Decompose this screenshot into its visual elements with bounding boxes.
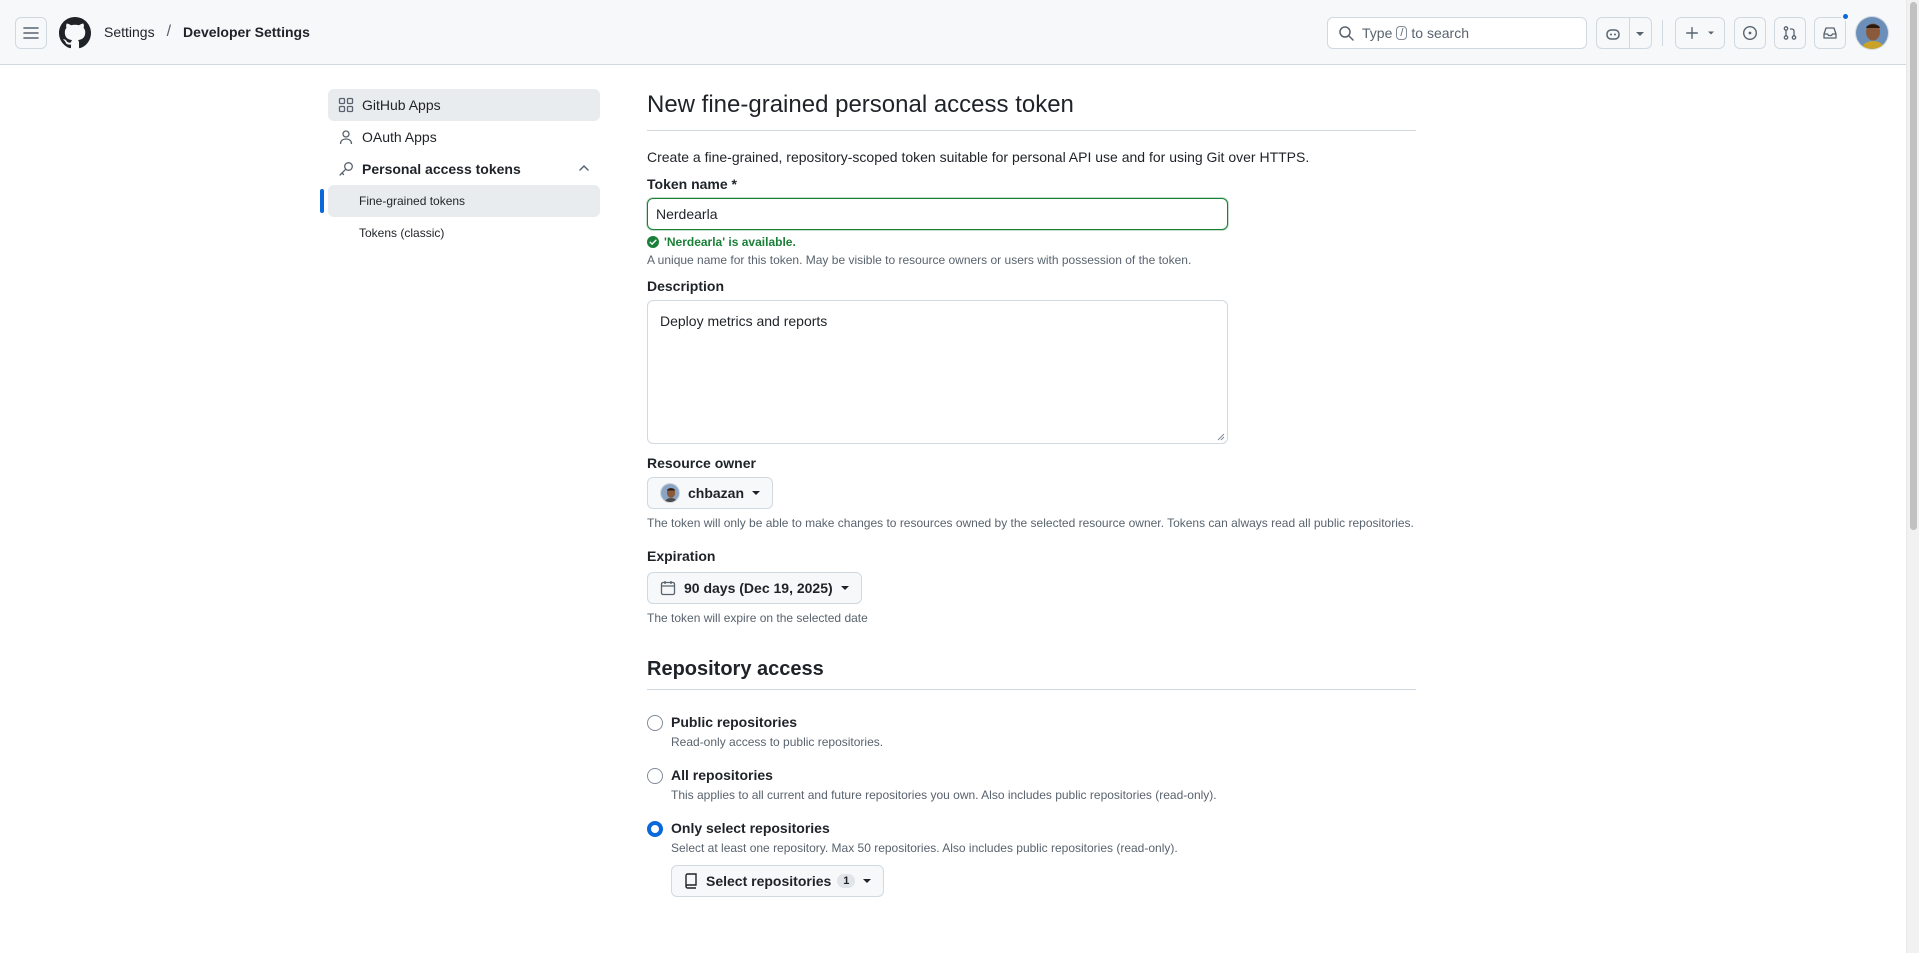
token-name-value: Nerdearla: [656, 206, 718, 222]
select-repositories-label: Select repositories: [706, 873, 832, 889]
issue-opened-icon: [1742, 25, 1758, 41]
sidebar-subitem-label: Tokens (classic): [359, 226, 445, 240]
token-availability-message: 'Nerdearla' is available.: [647, 235, 1416, 249]
page-description: Create a fine-grained, repository-scoped…: [647, 149, 1310, 165]
radio-hint: Select at least one repository. Max 50 r…: [671, 841, 1178, 855]
sidebar-item-oauth-apps[interactable]: OAuth Apps: [328, 121, 600, 153]
sidebar-item-fine-grained-tokens[interactable]: Fine-grained tokens: [320, 185, 600, 217]
token-name-label: Token name *: [647, 176, 737, 192]
radio-hint: Read-only access to public repositories.: [671, 735, 884, 749]
radio-option-public-repositories[interactable]: Public repositories Read-only access to …: [647, 714, 1416, 749]
radio-hint: This applies to all current and future r…: [671, 788, 1217, 802]
sidebar-item-github-apps[interactable]: GitHub Apps: [328, 89, 600, 121]
calendar-icon: [660, 581, 676, 596]
hamburger-menu-button[interactable]: [15, 17, 47, 49]
sidebar-item-label: OAuth Apps: [362, 129, 437, 145]
scrollbar-thumb[interactable]: [1910, 2, 1917, 530]
token-name-hint: A unique name for this token. May be vis…: [647, 253, 1192, 267]
triangle-down-icon: [840, 586, 849, 590]
breadcrumb-developer-settings-link[interactable]: Developer Settings: [183, 24, 310, 40]
active-indicator: [320, 189, 324, 213]
search-suffix-text: to search: [1411, 25, 1470, 41]
chevron-down-icon: [1636, 32, 1644, 36]
github-logo-icon[interactable]: [59, 17, 91, 49]
breadcrumb-settings-link[interactable]: Settings: [104, 24, 155, 40]
person-icon: [338, 129, 354, 145]
radio-button-all[interactable]: [647, 768, 663, 784]
resource-owner-value: chbazan: [688, 485, 745, 501]
repository-access-title: Repository access: [647, 658, 1416, 690]
sidebar-item-tokens-classic[interactable]: Tokens (classic): [328, 217, 600, 249]
developer-settings-sidebar: GitHub Apps OAuth Apps Personal access t…: [320, 89, 600, 249]
copilot-button[interactable]: [1596, 17, 1652, 49]
user-avatar[interactable]: [1855, 16, 1889, 50]
radio-label: All repositories: [671, 767, 773, 783]
notification-indicator: [1841, 12, 1850, 21]
search-prefix-text: Type: [1362, 25, 1393, 41]
triangle-down-icon: [752, 491, 761, 495]
issues-button[interactable]: [1734, 17, 1766, 49]
chevron-down-icon: [1708, 31, 1714, 35]
page-title: New fine-grained personal access token: [647, 90, 1416, 131]
apps-icon: [338, 97, 354, 113]
search-icon: [1339, 26, 1354, 41]
resource-owner-label: Resource owner: [647, 455, 756, 471]
expiration-label: Expiration: [647, 548, 716, 564]
radio-label: Only select repositories: [671, 820, 830, 836]
check-circle-icon: [647, 236, 659, 248]
search-input[interactable]: Type / to search: [1327, 17, 1587, 49]
main-content: New fine-grained personal access token C…: [647, 90, 1416, 897]
triangle-down-icon: [863, 879, 872, 883]
radio-option-only-select-repositories[interactable]: Only select repositories Select at least…: [647, 820, 1416, 897]
top-header: Settings / Developer Settings Type / to …: [0, 0, 1906, 65]
description-field[interactable]: Deploy metrics and reports: [647, 300, 1228, 444]
resource-owner-hint: The token will only be able to make chan…: [647, 516, 1414, 530]
description-value: Deploy metrics and reports: [660, 313, 828, 329]
sidebar-subitem-label: Fine-grained tokens: [359, 194, 466, 208]
resource-owner-select[interactable]: chbazan: [647, 477, 774, 509]
create-new-button[interactable]: [1675, 17, 1725, 49]
select-repositories-button[interactable]: Select repositories 1: [671, 865, 885, 897]
expiration-value: 90 days (Dec 19, 2025): [684, 580, 833, 596]
pull-requests-button[interactable]: [1774, 17, 1806, 49]
expiration-select[interactable]: 90 days (Dec 19, 2025): [647, 572, 862, 604]
inbox-icon: [1823, 27, 1837, 39]
selected-repos-counter: 1: [837, 874, 856, 888]
description-label: Description: [647, 278, 725, 294]
notifications-button[interactable]: [1814, 12, 1850, 49]
key-icon: [338, 161, 354, 177]
sidebar-item-label: GitHub Apps: [362, 97, 441, 113]
copilot-icon: [1606, 29, 1620, 40]
repo-icon: [685, 873, 697, 889]
owner-avatar: [660, 483, 680, 503]
token-availability-text: 'Nerdearla' is available.: [664, 235, 796, 249]
token-name-field[interactable]: Nerdearla: [647, 198, 1228, 230]
search-shortcut-key: /: [1396, 26, 1408, 40]
expiration-hint: The token will expire on the selected da…: [647, 611, 868, 625]
radio-button-public[interactable]: [647, 715, 663, 731]
git-pull-request-icon: [1783, 26, 1797, 40]
sidebar-item-label: Personal access tokens: [362, 161, 521, 177]
resize-grip-icon[interactable]: [1217, 433, 1225, 441]
breadcrumb: Settings / Developer Settings: [104, 23, 310, 41]
radio-button-select[interactable]: [647, 821, 663, 837]
plus-icon: [1686, 27, 1698, 39]
radio-label: Public repositories: [671, 714, 798, 730]
page-scrollbar[interactable]: [1906, 0, 1919, 953]
breadcrumb-separator: /: [166, 23, 172, 40]
chevron-up-icon[interactable]: [578, 161, 590, 177]
sidebar-item-personal-access-tokens[interactable]: Personal access tokens: [328, 153, 600, 185]
radio-option-all-repositories[interactable]: All repositories This applies to all cur…: [647, 767, 1416, 802]
hamburger-icon: [23, 27, 39, 39]
